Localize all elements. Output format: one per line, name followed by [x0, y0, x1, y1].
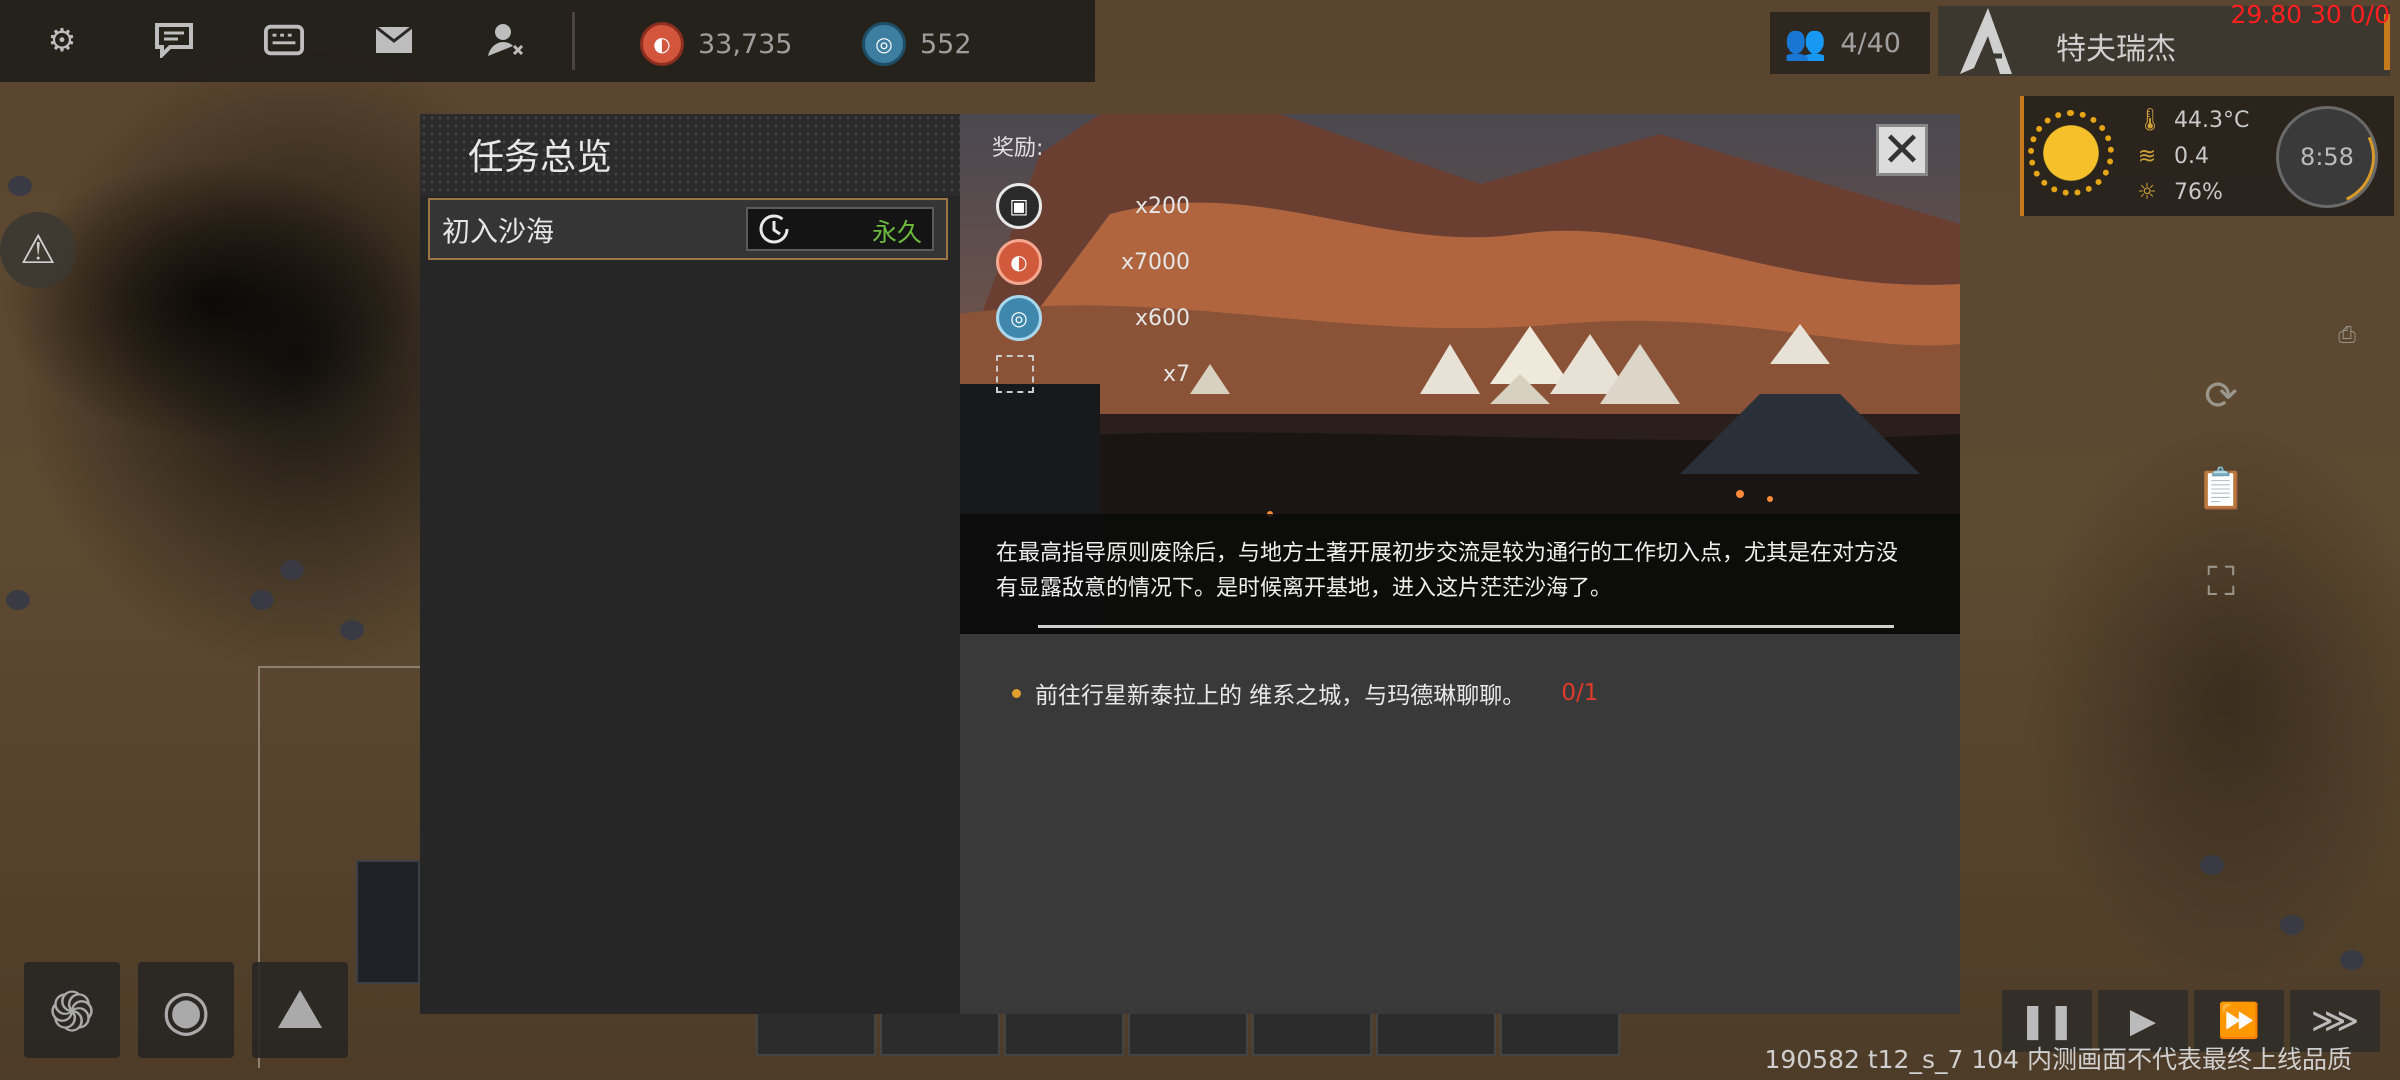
rock	[2280, 915, 2304, 935]
rock	[2200, 855, 2224, 875]
clock-time: 8:58	[2300, 143, 2354, 171]
warning-button[interactable]: ⚠	[0, 212, 76, 288]
warning-icon: ⚠	[20, 227, 56, 273]
build-tool[interactable]	[1004, 1012, 1124, 1056]
planet-icon: ◉	[161, 977, 211, 1043]
blue-resource-icon: ◎	[862, 22, 906, 66]
quest-name: 初入沙海	[442, 215, 555, 248]
clock-icon	[759, 214, 789, 244]
triple-forward-icon: ⋙	[2310, 1001, 2360, 1041]
wind-value: 0.4	[2174, 143, 2209, 169]
red-resource-value: 33,735	[698, 28, 793, 60]
film-strip-icon	[996, 355, 1034, 393]
game-clock[interactable]: 8:58	[2276, 106, 2378, 208]
terrain-button[interactable]: ⛰	[252, 962, 348, 1058]
quest-list-pane: 任务总览 初入沙海 永久	[420, 114, 960, 1014]
play-icon: ▶	[2129, 1001, 2157, 1041]
quest-overview-dialog: 任务总览 初入沙海 永久 奖励: ▣ x200 ◐ x7000 ◎ x600 x…	[420, 114, 1960, 1014]
structure	[356, 860, 420, 984]
humidity-value: 76%	[2174, 179, 2223, 205]
resource-counter-red[interactable]: ◐ 33,735	[640, 22, 792, 66]
reward-item: ◐ x7000	[996, 239, 1190, 285]
blue-resource-value: 552	[920, 28, 972, 60]
objective-progress: 0/1	[1561, 680, 1599, 706]
pause-icon: ❚❚	[2018, 1001, 2076, 1041]
rock	[2340, 950, 2364, 970]
reward-amount: x200	[1134, 193, 1190, 219]
reward-amount: x7	[1162, 361, 1190, 387]
scan-frame-icon[interactable]: ⛶	[2195, 556, 2247, 608]
rock	[6, 590, 30, 610]
quest-description: 在最高指导原则废除后，与地方土著开展初步交流是较为通行的工作切入点，尤其是在对方…	[996, 541, 1899, 601]
reward-label: 奖励:	[992, 136, 1044, 161]
printer-icon[interactable]: ⎙	[2332, 320, 2362, 350]
humidity-row: ☼ 76%	[2136, 174, 2249, 210]
wind-icon: ≋	[2137, 143, 2157, 169]
top-bar: ⚙ ◐ 33,735 ◎ 552	[0, 0, 1095, 82]
reward-item: x7	[996, 352, 1190, 396]
population-value: 4/40	[1840, 27, 1901, 59]
close-button[interactable]: ✕	[1876, 124, 1928, 176]
people-icon: 👥	[1784, 23, 1827, 63]
build-tool[interactable]	[1500, 1012, 1620, 1056]
population-counter[interactable]: 👥 4/40	[1770, 12, 1930, 74]
divider	[1038, 625, 1894, 628]
fps-debug: 29.80 30 0/0	[2230, 0, 2390, 29]
clipboard-icon[interactable]: 📋	[2195, 462, 2247, 514]
mail-icon[interactable]	[374, 20, 414, 60]
build-tool[interactable]	[756, 1012, 876, 1056]
reward-amount: x7000	[1120, 249, 1190, 275]
planet-button[interactable]: ◉	[138, 962, 234, 1058]
sun-small-icon: ☼	[2137, 179, 2157, 205]
fast-forward-icon: ⏩	[2217, 1001, 2261, 1041]
build-tool[interactable]	[1376, 1012, 1496, 1056]
rock	[250, 590, 274, 610]
dialog-title: 任务总览	[468, 137, 613, 178]
red-resource-icon: ◐	[996, 239, 1042, 285]
rotate-cube-icon[interactable]: ⟳	[2195, 370, 2247, 422]
quest-banner-image: 奖励: ▣ x200 ◐ x7000 ◎ x600 x7 在最高指导原则废除后，…	[960, 114, 1960, 634]
sun-icon	[2028, 110, 2114, 196]
objective-text: 前往行星新泰拉上的 维系之城，与玛德琳聊聊。	[1035, 683, 1526, 709]
keyboard-icon[interactable]	[264, 20, 304, 60]
chat-icon[interactable]	[154, 20, 194, 60]
quest-detail-pane: 奖励: ▣ x200 ◐ x7000 ◎ x600 x7 在最高指导原则废除后，…	[960, 114, 1960, 1014]
profile-icon[interactable]	[486, 20, 526, 60]
build-tool[interactable]	[1252, 1012, 1372, 1056]
thermometer-icon: 🌡	[2136, 107, 2164, 133]
rock	[280, 560, 304, 580]
quest-objective: 前往行星新泰拉上的 维系之城，与玛德琳聊聊。 0/1	[1012, 676, 1598, 710]
quest-item[interactable]: 初入沙海 永久	[428, 198, 948, 260]
galaxy-icon: ֍	[49, 980, 95, 1045]
quest-duration: 永久	[871, 218, 922, 247]
mountain-icon: ⛰	[276, 977, 324, 1042]
bullet-icon	[1012, 688, 1021, 698]
divider	[572, 12, 575, 70]
build-tool[interactable]	[880, 1012, 1000, 1056]
rock	[8, 176, 32, 196]
faction-logo	[1960, 8, 2012, 74]
build-tool[interactable]	[1128, 1012, 1248, 1056]
red-resource-icon: ◐	[640, 22, 684, 66]
temperature-value: 44.3°C	[2174, 107, 2250, 133]
close-icon: ✕	[1881, 122, 1923, 178]
weather-panel[interactable]: 🌡 44.3°C ≋ 0.4 ☼ 76% 8:58	[2020, 96, 2394, 216]
reward-amount: x600	[1134, 305, 1190, 331]
white-badge-icon: ▣	[996, 183, 1042, 229]
blue-resource-icon: ◎	[996, 295, 1042, 341]
rock	[340, 620, 364, 640]
reward-item: ◎ x600	[996, 295, 1190, 341]
reward-item: ▣ x200	[996, 183, 1190, 229]
temperature-row: 🌡 44.3°C	[2136, 102, 2249, 138]
galaxy-button[interactable]: ֍	[24, 962, 120, 1058]
gear-icon[interactable]: ⚙	[42, 20, 82, 60]
quest-timer: 永久	[746, 207, 934, 251]
build-info: 190582 t12_s_7 104 内测画面不代表最终上线品质	[1764, 1045, 2352, 1074]
quest-list-header: 任务总览	[420, 114, 960, 196]
player-name: 特夫瑞杰	[2056, 32, 2176, 67]
wind-row: ≋ 0.4	[2136, 138, 2249, 174]
resource-counter-blue[interactable]: ◎ 552	[862, 22, 972, 66]
